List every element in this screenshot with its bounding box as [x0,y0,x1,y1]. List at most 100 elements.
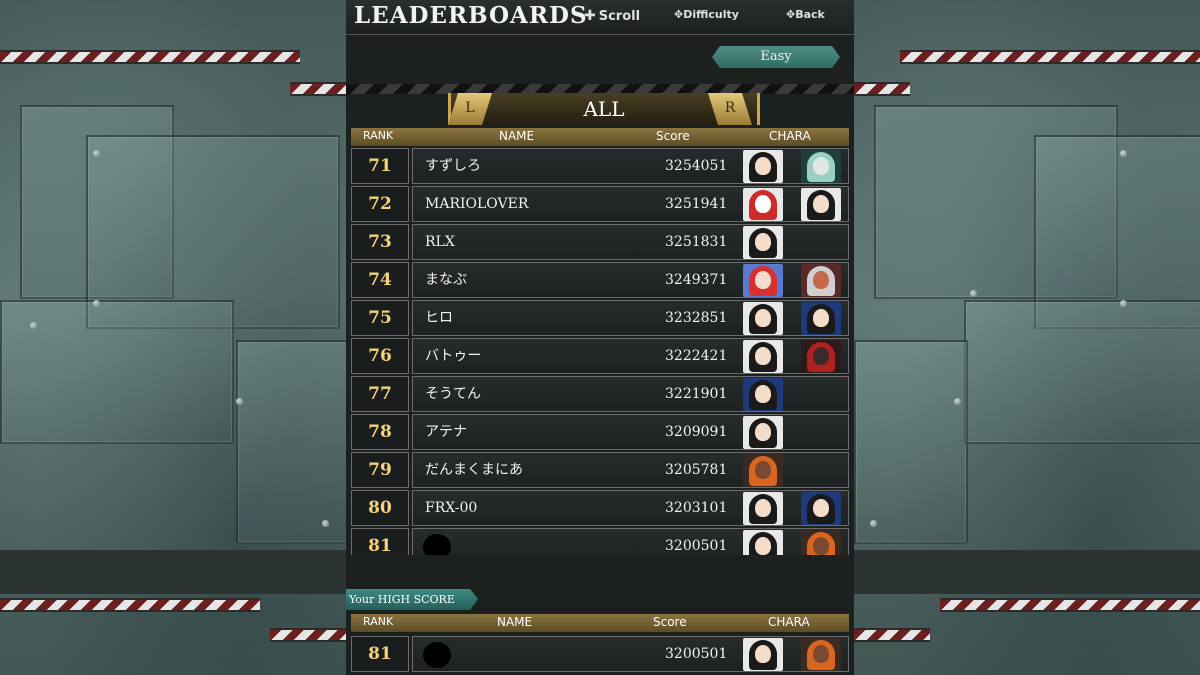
character-portrait-icon [801,302,841,335]
player-score: 3249371 [665,272,728,288]
rank-cell: 72 [351,186,409,222]
character-portrait-icon [743,340,783,373]
character-portrait-icon [743,492,783,525]
rivet [93,300,100,307]
rank-cell: 78 [351,414,409,450]
player-score: 3221901 [665,386,728,402]
rivet [93,150,100,157]
table-row[interactable]: 72 MARIOLOVER 3251941 [351,186,849,222]
row-body: バトゥー 3222421 [412,338,849,374]
column-rank: RANK [363,129,394,142]
dpad-back-icon: ✥ [786,8,796,21]
character-portrait-icon [801,492,841,525]
table-row[interactable]: 80 FRX-00 3203101 [351,490,849,526]
hazard-stripe [0,50,300,64]
dark-band [854,550,1200,594]
metal-plate [236,340,350,544]
page-title: LEADERBOARDS [354,2,588,29]
rank-cell: 75 [351,300,409,336]
rank-cell: 77 [351,376,409,412]
column-rank: RANK [363,615,394,628]
row-body: 3200501 [412,636,849,672]
row-body: MARIOLOVER 3251941 [412,186,849,222]
table-row[interactable]: 74 まなぶ 3249371 [351,262,849,298]
player-score: 3251831 [665,234,728,250]
player-name: バトゥー [425,348,482,364]
row-body: RLX 3251831 [412,224,849,260]
table-row[interactable]: 76 バトゥー 3222421 [351,338,849,374]
character-portrait-icon [743,378,783,411]
player-name: アテナ [425,424,467,440]
player-score: 3203101 [665,500,728,516]
row-body: アテナ 3209091 [412,414,849,450]
rivet [1120,300,1127,307]
player-name: RLX [425,234,455,250]
character-portrait-icon [743,454,783,487]
column-score: Score [653,615,687,629]
rank-cell: 81 [351,528,409,555]
hazard-stripe [900,50,1200,64]
player-name: MARIOLOVER [425,196,529,212]
scroll-hint-label: Scroll [598,9,641,24]
table-row[interactable]: 79 だんまくまにあ 3205781 [351,452,849,488]
redacted-avatar-icon [423,642,451,668]
metal-plate [854,340,968,544]
leaderboard-list[interactable]: 71 すずしろ 3254051 72 MARIOLOVER 3251941 73 RLX 325… [351,148,849,555]
table-row[interactable]: 81 3200501 [351,528,849,555]
character-portrait-icon [743,226,783,259]
dpad-scroll-icon: ✚ [584,8,596,24]
rank-cell: 79 [351,452,409,488]
hazard-stripe [0,598,260,612]
redacted-avatar-icon [423,534,451,555]
top-bar: LEADERBOARDS ✚ Scroll ✥Difficulty ✥Back [346,0,854,35]
background-left-panel [0,0,350,675]
rank-cell: 74 [351,262,409,298]
table-row: 81 3200501 [351,636,849,672]
rivet [970,290,977,297]
difficulty-hint: ✥Difficulty [674,8,739,21]
column-chara: CHARA [769,129,811,143]
table-row[interactable]: 75 ヒロ 3232851 [351,300,849,336]
table-row[interactable]: 78 アテナ 3209091 [351,414,849,450]
your-high-score-label: Your HIGH SCORE [346,589,478,610]
row-body: そうてん 3221901 [412,376,849,412]
table-row[interactable]: 71 すずしろ 3254051 [351,148,849,184]
player-score: 3200501 [665,646,728,662]
character-portrait-icon [801,530,841,555]
row-body: ヒロ 3232851 [412,300,849,336]
table-header: RANK NAME Score CHARA [351,128,849,146]
column-chara: CHARA [768,615,810,629]
back-hint-label: Back [795,8,825,21]
hazard-stripe [854,628,930,642]
character-portrait-icon [743,302,783,335]
your-score-header: RANK NAME Score CHARA [351,614,849,632]
player-name: だんまくまにあ [425,462,523,478]
hazard-stripe [290,82,346,96]
metal-plate [964,300,1200,444]
dpad-left-right-icon: ✥ [674,8,684,21]
column-name: NAME [497,615,533,629]
character-portrait-icon [801,638,841,671]
table-row[interactable]: 77 そうてん 3221901 [351,376,849,412]
hazard-stripe [270,628,346,642]
rank-cell: 71 [351,148,409,184]
row-body: すずしろ 3254051 [412,148,849,184]
row-body: だんまくまにあ 3205781 [412,452,849,488]
table-row[interactable]: 73 RLX 3251831 [351,224,849,260]
rivet [322,520,329,527]
back-hint[interactable]: ✥Back [786,8,825,21]
player-score: 3232851 [665,310,728,326]
leaderboard-panel: LEADERBOARDS ✚ Scroll ✥Difficulty ✥Back E… [346,0,854,675]
rank-cell: 81 [351,636,409,672]
your-score-row: 81 3200501 [351,636,849,674]
row-body: 3200501 [412,528,849,555]
row-body: FRX-00 3203101 [412,490,849,526]
background-right-panel [854,0,1200,675]
column-name: NAME [499,129,535,143]
character-portrait-icon [801,150,841,183]
difficulty-selector[interactable]: Easy [712,46,840,68]
difficulty-hint-label: Difficulty [683,8,739,21]
character-portrait-icon [743,150,783,183]
player-score: 3200501 [665,538,728,554]
character-portrait-icon [743,188,783,221]
